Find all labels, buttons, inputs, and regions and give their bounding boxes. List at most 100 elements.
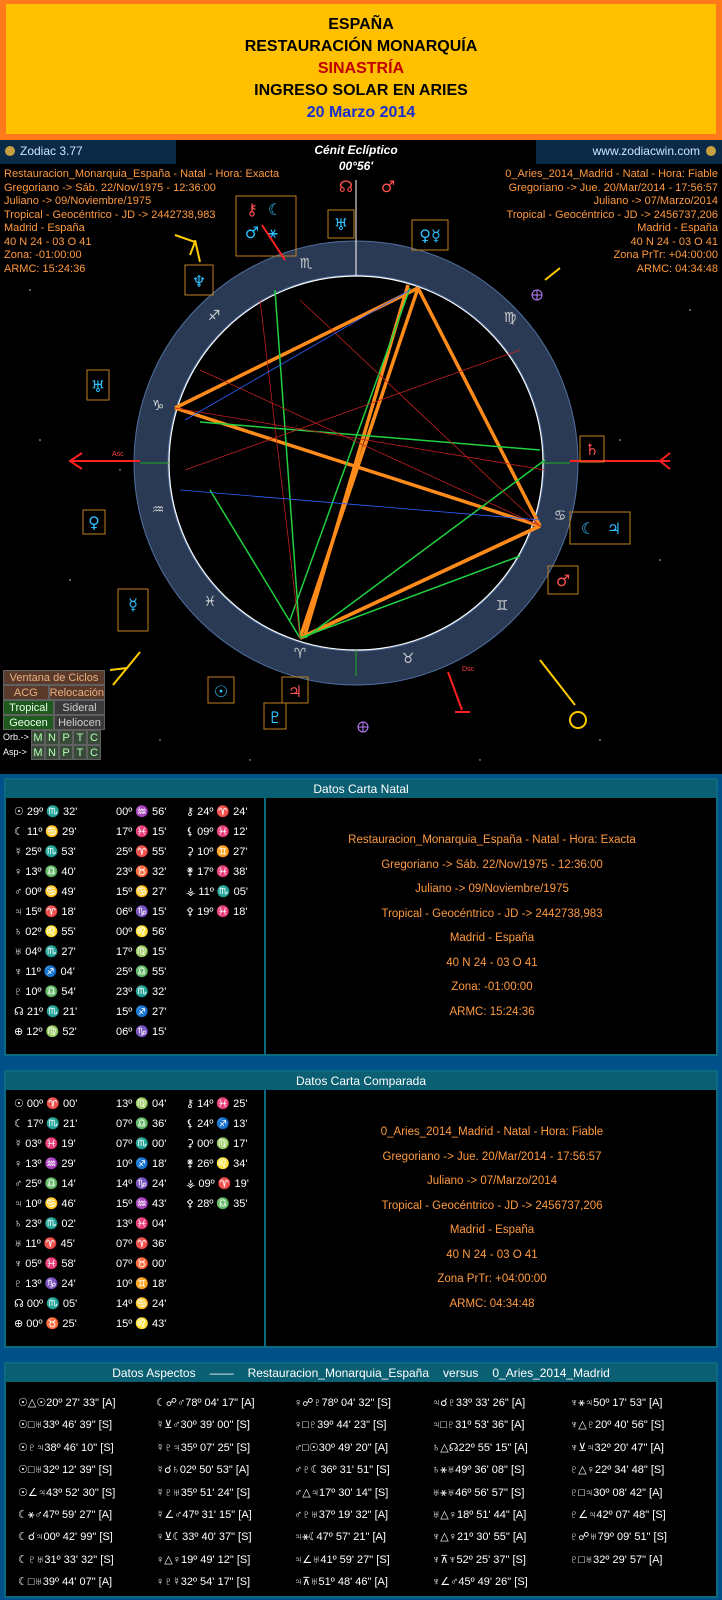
position-row: ♃ 10º ♋ 46' — [14, 1198, 76, 1210]
comp-info-line: 40 N 24 - 03 O 41 — [446, 1248, 538, 1261]
svg-text:♏: ♏ — [300, 256, 313, 272]
acg-button[interactable]: ACG — [3, 685, 49, 700]
side-toolbar: Ventana de Ciclos ACG Relocación Tropica… — [3, 670, 105, 760]
natal-info-line: ARMC: 15:24:36 — [449, 1005, 535, 1018]
position-row: ⚶ 11º ♏ 05' — [186, 886, 248, 898]
position-row: 00º ♌ 56' — [116, 926, 167, 938]
banner-country: ESPAÑA — [328, 16, 394, 33]
aspect-cell: ♄△☊22º 55' 15" [A] — [432, 1441, 528, 1454]
position-row: 14º ♋ 24' — [116, 1298, 167, 1310]
svg-text:♉: ♉ — [402, 651, 415, 667]
position-row: 23º ♏ 32' — [116, 986, 167, 998]
natal-chart-info: Restauracion_Monarquia_España - Natal - … — [268, 798, 716, 1054]
aspect-cell: ♂♇☾36º 31' 51" [S] — [294, 1464, 390, 1477]
svg-text:♐: ♐ — [208, 308, 221, 324]
position-row: 25º ♈ 55' — [116, 846, 167, 858]
aspect-cell: ☉□♅32º 12' 39" [S] — [18, 1464, 113, 1477]
position-row: ♂ 25º ♎ 14' — [14, 1178, 76, 1190]
asp-n-button[interactable]: N — [45, 745, 59, 760]
natal-header-line: Madrid - España — [4, 222, 85, 234]
position-row: ♄ 02º ♌ 55' — [14, 926, 76, 938]
svg-text:♃: ♃ — [288, 682, 302, 701]
asp-label: Asp-> — [3, 747, 27, 757]
comp-panel-title: Datos Carta Comparada — [6, 1072, 716, 1090]
heliocen-button[interactable]: Heliocen — [54, 715, 105, 730]
position-row: 14º ♑ 24' — [116, 1178, 167, 1190]
aspects-panel-title: Datos Aspectos —— Restauracion_Monarquia… — [6, 1364, 716, 1382]
natal-info-line: Madrid - España — [449, 932, 535, 944]
svg-text:♀: ♀ — [88, 513, 100, 532]
comp-header-line: Madrid - España — [637, 222, 718, 234]
position-row: 10º ♐ 18' — [116, 1158, 167, 1170]
position-row: ⚶ 09º ♈ 19' — [186, 1178, 249, 1190]
asp-p-button[interactable]: P — [59, 745, 73, 760]
comp-asteroids-col: ⚷ 14º ♓ 25' ⚸ 24º ♐ 13' ⚳ 00º ♍ 17' ⚵ 26º ♌… — [186, 1094, 249, 1214]
aspects-title-label: Datos Aspectos — [112, 1366, 196, 1380]
position-row: ♀ 13º ♎ 40' — [14, 866, 76, 878]
position-row: ♆ 05º ♓ 58' — [14, 1258, 76, 1270]
aspect-cell: ☿♇♅35º 51' 24" [S] — [156, 1486, 251, 1499]
aspects-versus: versus — [443, 1366, 479, 1380]
app-url-link[interactable]: www.zodiacwin.com — [593, 144, 700, 158]
app-title: Zodiac 3.77 — [20, 144, 83, 158]
aspects-chart-a: Restauracion_Monarquia_España — [247, 1366, 430, 1380]
comp-houses-col: 13º ♍ 04' 07º ♎ 36' 07º ♏ 00' 10º ♐ 18' 14º … — [116, 1094, 166, 1334]
position-row: ⚵ 26º ♌ 34' — [186, 1158, 248, 1170]
position-row: 15º ♋ 27' — [116, 886, 167, 898]
orb-t-button[interactable]: T — [73, 730, 87, 745]
aspect-cell: ☾☌♃00º 42' 99" [S] — [18, 1531, 113, 1544]
comp-header-line: Zona PrTr: +04:00:00 — [613, 249, 718, 261]
aspect-cell: ♂♇♅37º 19' 32" [A] — [294, 1509, 389, 1522]
geocen-button[interactable]: Geocen — [3, 715, 54, 730]
sideral-button[interactable]: Sideral — [54, 700, 105, 715]
banner-event: RESTAURACIÓN MONARQUÍA — [244, 38, 478, 55]
orb-p-button[interactable]: P — [59, 730, 73, 745]
aspect-cell: ♀□♇39º 44' 23" [S] — [294, 1419, 387, 1432]
comp-header-line: ARMC: 04:34:48 — [636, 262, 718, 275]
tropical-button[interactable]: Tropical — [3, 700, 54, 715]
ventana-ciclos-button[interactable]: Ventana de Ciclos — [3, 670, 105, 685]
comp-header-line: Juliano -> 07/Marzo/2014 — [593, 195, 718, 207]
aspect-cell: ☉♇♃38º 46' 10" [S] — [18, 1441, 114, 1454]
header-banner: ESPAÑA RESTAURACIÓN MONARQUÍA SINASTRÍA … — [0, 0, 722, 140]
svg-text:♇: ♇ — [268, 708, 282, 727]
aspect-cell: ♆△♀21º 30' 55" [A] — [432, 1531, 527, 1544]
comp-info-line: 0_Aries_2014_Madrid - Natal - Hora: Fiab… — [380, 1126, 604, 1138]
position-row: ☿ 03º ♓ 19' — [14, 1138, 76, 1150]
relocacion-button[interactable]: Relocación — [48, 685, 105, 700]
astro-chart-window: Asc ♏ ♍ ♋ ♊ ♉ ♈ ♓ ♒ ♑ ♐ ♆ ♅ ♀ ☿ ☉ ♃ ♇ ♂ … — [0, 140, 722, 774]
aspect-cell: ♃⊼♅51º 48' 46" [A] — [294, 1576, 388, 1589]
aspect-cell: ♇☍♅79º 09' 51" [S] — [570, 1531, 667, 1544]
position-row: ⚵ 17º ♓ 38' — [186, 866, 248, 878]
natal-header-line: ARMC: 15:24:36 — [4, 262, 86, 275]
natal-info-line: Zona: -01:00:00 — [451, 981, 533, 993]
asp-m-button[interactable]: M — [31, 745, 45, 760]
svg-text:♓: ♓ — [204, 594, 217, 610]
asp-c-button[interactable]: C — [87, 745, 101, 760]
aspect-cell: ♇□♃30º 08' 42" [A] — [570, 1486, 663, 1499]
natal-info-line: Juliano -> 09/Noviembre/1975 — [415, 883, 569, 895]
position-row: ⚴ 28º ♎ 35' — [186, 1198, 248, 1210]
aspects-title-sep: —— — [209, 1366, 234, 1380]
position-row: ☾ 11º ♋ 29' — [14, 826, 77, 838]
position-row: 23º ♉ 32' — [116, 866, 167, 878]
position-row: ☾ 17º ♏ 21' — [14, 1118, 78, 1130]
orb-n-button[interactable]: N — [45, 730, 59, 745]
banner-date: 20 Marzo 2014 — [306, 104, 416, 121]
svg-text:♅: ♅ — [91, 377, 105, 396]
position-row: ⚳ 00º ♍ 17' — [186, 1138, 248, 1150]
svg-text:☾: ☾ — [581, 519, 595, 538]
comp-chart-info: 0_Aries_2014_Madrid - Natal - Hora: Fiab… — [268, 1090, 716, 1346]
position-row: 25º ♎ 55' — [116, 966, 167, 978]
comp-header-line: 0_Aries_2014_Madrid - Natal - Hora: Fiab… — [505, 168, 718, 180]
natal-data-panel: Datos Carta Natal ☉ 29º ♏ 32' ☾ 11º ♋ 29'… — [4, 778, 718, 1056]
orb-m-button[interactable]: M — [31, 730, 45, 745]
orb-c-button[interactable]: C — [87, 730, 101, 745]
natal-houses-col: 00º ♒ 56' 17º ♓ 15' 25º ♈ 55' 23º ♉ 32' 15º … — [116, 802, 166, 1042]
aspect-cell: ♃□♇31º 53' 36" [A] — [432, 1419, 525, 1432]
natal-panel-title: Datos Carta Natal — [6, 780, 716, 798]
asp-t-button[interactable]: T — [73, 745, 87, 760]
comp-data-panel: Datos Carta Comparada ☉ 00º ♈ 00' ☾ 17º ♏… — [4, 1070, 718, 1348]
svg-text:☉: ☉ — [214, 682, 228, 701]
natal-header-line: Gregoriano -> Sáb. 22/Nov/1975 - 12:36:0… — [4, 181, 216, 194]
